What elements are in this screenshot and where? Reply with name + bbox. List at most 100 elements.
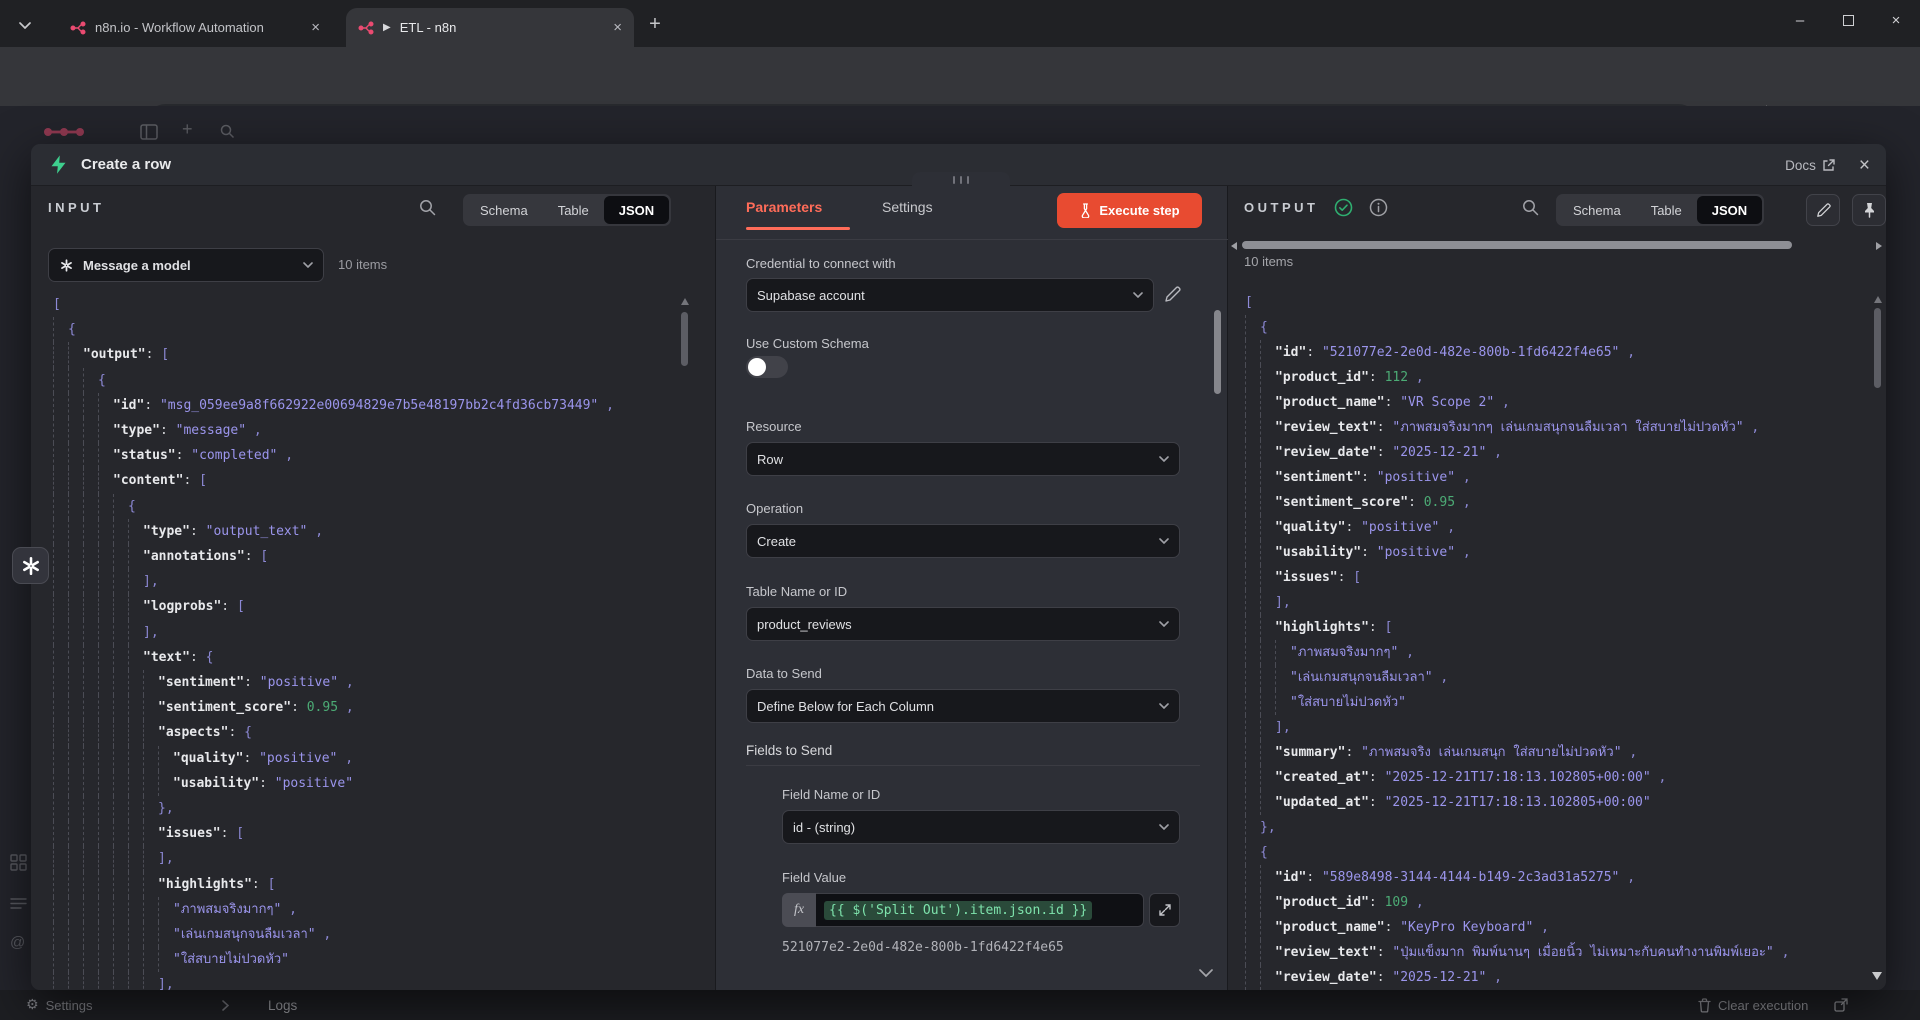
json-line: "ใส่สบายไม่ปวดหัว" — [1245, 690, 1864, 715]
input-tab-json[interactable]: JSON — [604, 196, 669, 224]
field-value-label: Field Value — [782, 870, 846, 885]
openai-node-tile[interactable] — [12, 547, 49, 584]
json-line: [ — [1245, 290, 1864, 315]
json-line: "text": { — [53, 645, 685, 670]
sidebar-settings[interactable]: ⚙ Settings — [26, 990, 93, 1020]
json-line: "usability": "positive" — [53, 771, 685, 796]
output-hscrollbar[interactable] — [1242, 241, 1792, 249]
json-line: [ — [53, 292, 685, 317]
output-scroll-up-arrow[interactable] — [1874, 296, 1882, 303]
templates-icon[interactable] — [10, 854, 27, 871]
clear-execution-button[interactable]: Clear execution — [1698, 990, 1808, 1020]
json-line: "annotations": [ — [53, 544, 685, 569]
chevron-down-icon — [1133, 292, 1143, 298]
output-tab-schema[interactable]: Schema — [1558, 196, 1636, 224]
json-line: "quality": "positive" , — [1245, 515, 1864, 540]
data-to-send-label: Data to Send — [746, 666, 822, 681]
tab-parameters[interactable]: Parameters — [746, 199, 822, 215]
resource-select[interactable]: Row — [746, 442, 1180, 476]
input-tab-schema[interactable]: Schema — [465, 196, 543, 224]
panel-resize-handle[interactable] — [912, 172, 1010, 187]
n8n-logo — [42, 122, 98, 142]
canvas-search-icon[interactable] — [220, 124, 235, 139]
tab-close-icon[interactable]: × — [311, 20, 320, 35]
output-search-icon[interactable] — [1522, 199, 1539, 216]
json-line: ], — [53, 569, 685, 594]
output-tab-table[interactable]: Table — [1636, 196, 1697, 224]
json-line: "product_name": "KeyPro Keyboard" , — [1245, 915, 1864, 940]
json-line: "sentiment_score": 0.95 , — [1245, 490, 1864, 515]
pin-data-button[interactable] — [1852, 194, 1886, 226]
new-tab-button[interactable]: + — [642, 11, 668, 37]
pop-out-icon — [1834, 998, 1848, 1012]
custom-schema-label: Use Custom Schema — [746, 336, 869, 351]
output-tab-json[interactable]: JSON — [1697, 196, 1762, 224]
field-name-label: Field Name or ID — [782, 787, 880, 802]
operation-select[interactable]: Create — [746, 524, 1180, 558]
credential-label: Credential to connect with — [746, 256, 896, 271]
close-icon[interactable]: × — [1859, 156, 1870, 175]
fx-icon[interactable]: fx — [782, 893, 816, 927]
active-tab-underline — [746, 227, 850, 230]
hscroll-right-arrow[interactable] — [1876, 242, 1882, 250]
fields-divider — [746, 765, 1200, 766]
add-node-icon[interactable]: + — [182, 119, 193, 140]
credential-select[interactable]: Supabase account — [746, 278, 1154, 312]
window-minimize-button[interactable]: – — [1776, 0, 1824, 40]
browser-tab-etl[interactable]: ▶ ETL - n8n × — [346, 8, 634, 47]
input-search-icon[interactable] — [419, 199, 436, 216]
expand-expression-button[interactable] — [1149, 893, 1180, 927]
table-name-label: Table Name or ID — [746, 584, 847, 599]
resource-label: Resource — [746, 419, 802, 434]
input-scroll-up-arrow[interactable] — [681, 298, 689, 305]
success-check-icon — [1334, 198, 1353, 217]
external-link-icon — [1822, 159, 1835, 172]
output-scroll-down-arrow[interactable] — [1872, 972, 1882, 980]
tab-settings[interactable]: Settings — [882, 199, 933, 215]
browser-tab-n8n-io[interactable]: n8n.io - Workflow Automation × — [58, 8, 332, 47]
table-name-select[interactable]: product_reviews — [746, 607, 1180, 641]
json-line: "sentiment": "positive" , — [1245, 465, 1864, 490]
docs-link[interactable]: Docs — [1785, 158, 1835, 173]
window-close-button[interactable]: × — [1872, 0, 1920, 40]
tab-close-icon[interactable]: × — [613, 20, 622, 35]
json-line: "ภาพสมจริงมากๆ" , — [53, 897, 685, 922]
tab-title: ETL - n8n — [400, 20, 604, 35]
output-panel: OUTPUT Schema Table JSON — [1228, 186, 1886, 990]
json-line: "aspects": { — [53, 720, 685, 745]
chevron-down-icon — [303, 262, 313, 268]
help-icon[interactable]: @ — [10, 934, 25, 951]
chevron-down-icon — [1159, 456, 1169, 462]
pop-out-logs-button[interactable] — [1834, 990, 1848, 1020]
field-name-select[interactable]: id - (string) — [782, 810, 1180, 844]
output-scrollbar[interactable] — [1874, 308, 1881, 388]
json-line: "review_date": "2025-12-21" , — [1245, 965, 1864, 990]
data-to-send-select[interactable]: Define Below for Each Column — [746, 689, 1180, 723]
input-tab-table[interactable]: Table — [543, 196, 604, 224]
input-source-node-select[interactable]: Message a model — [48, 248, 324, 282]
json-line: "created_at": "2025-12-21T17:18:13.10280… — [1245, 765, 1864, 790]
scroll-down-chevron-icon[interactable] — [1199, 969, 1213, 978]
json-line: "updated_at": "2025-12-21T17:18:13.10280… — [1245, 790, 1864, 815]
logs-expand-chevron[interactable] — [222, 990, 229, 1020]
pin-icon — [1863, 202, 1876, 218]
panel-toggle-icon[interactable] — [140, 124, 158, 140]
play-icon: ▶ — [383, 22, 391, 33]
edit-credential-pencil-icon[interactable] — [1164, 286, 1181, 303]
input-scrollbar[interactable] — [681, 312, 688, 366]
logs-panel-toggle[interactable]: Logs — [268, 990, 297, 1020]
json-line: "quality": "positive" , — [53, 746, 685, 771]
tab-search-chevron-button[interactable] — [12, 12, 38, 38]
window-maximize-button[interactable] — [1824, 0, 1872, 40]
field-value-expression-input[interactable]: {{ $('Split Out').item.json.id }} — [816, 893, 1144, 927]
json-line: "review_date": "2025-12-21" , — [1245, 440, 1864, 465]
node-details-dialog: Create a row Docs × INPUT Schema Table J… — [31, 144, 1886, 990]
gear-icon: ⚙ — [26, 997, 39, 1013]
params-scrollbar[interactable] — [1214, 310, 1221, 394]
custom-schema-toggle[interactable] — [746, 356, 788, 378]
edit-output-button[interactable] — [1806, 194, 1840, 226]
info-icon[interactable] — [1369, 198, 1388, 217]
variables-icon[interactable] — [10, 896, 27, 911]
execute-step-button[interactable]: Execute step — [1057, 193, 1202, 228]
hscroll-left-arrow[interactable] — [1231, 242, 1237, 250]
